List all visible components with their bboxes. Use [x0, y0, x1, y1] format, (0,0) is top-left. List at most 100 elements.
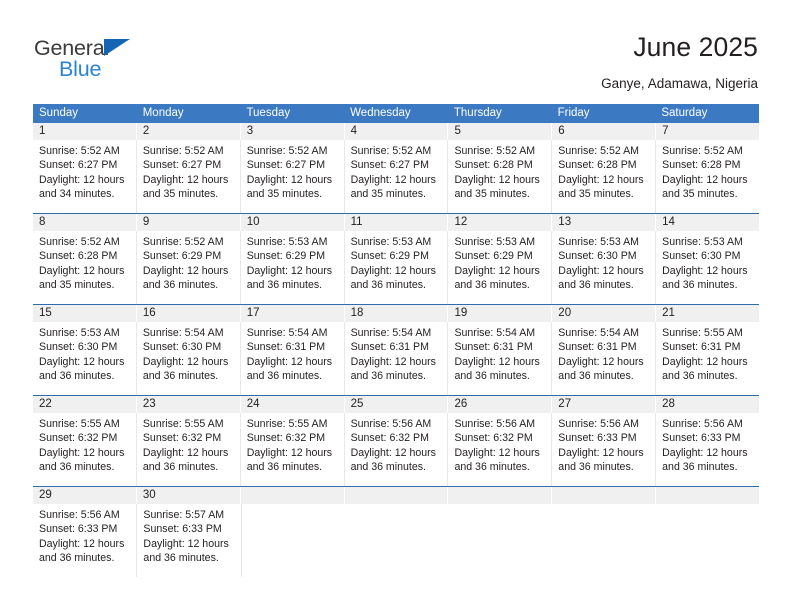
day-cell[interactable]: Sunrise: 5:53 AM Sunset: 6:29 PM Daylight:…: [345, 231, 449, 304]
day-number-empty: [241, 487, 345, 504]
week-daynumber-band: 15 16 17 18 19 20 21: [33, 305, 759, 322]
sunset-text: Sunset: 6:33 PM: [558, 432, 637, 445]
day-number[interactable]: 11: [345, 214, 449, 231]
daylight-text-line1: Daylight: 12 hours: [142, 446, 229, 459]
daylight-text-line2: and 36 minutes.: [39, 460, 115, 473]
day-number[interactable]: 14: [656, 214, 759, 231]
day-cell[interactable]: Sunrise: 5:52 AM Sunset: 6:27 PM Daylight:…: [33, 140, 137, 213]
day-number[interactable]: 29: [33, 487, 137, 504]
sunrise-text: Sunrise: 5:52 AM: [142, 236, 224, 248]
sunrise-text: Sunrise: 5:52 AM: [558, 145, 639, 157]
daylight-text-line2: and 35 minutes.: [246, 187, 323, 200]
sunrise-text: Sunrise: 5:54 AM: [246, 327, 328, 339]
day-number[interactable]: 7: [656, 123, 759, 140]
day-number[interactable]: 22: [33, 396, 137, 413]
day-cell[interactable]: Sunrise: 5:56 AM Sunset: 6:32 PM Daylight:…: [448, 413, 553, 486]
sunset-text: Sunset: 6:27 PM: [142, 159, 222, 172]
day-cell[interactable]: Sunrise: 5:53 AM Sunset: 6:30 PM Daylight:…: [33, 322, 137, 395]
day-cell[interactable]: Sunrise: 5:52 AM Sunset: 6:28 PM Daylight:…: [448, 140, 553, 213]
day-cell[interactable]: Sunrise: 5:54 AM Sunset: 6:31 PM Daylight:…: [241, 322, 345, 395]
day-number[interactable]: 30: [137, 487, 241, 504]
day-number[interactable]: 1: [33, 123, 137, 140]
daylight-text-line1: Daylight: 12 hours: [142, 355, 229, 368]
daylight-text-line1: Daylight: 12 hours: [662, 355, 748, 368]
day-cell[interactable]: Sunrise: 5:52 AM Sunset: 6:29 PM Daylight:…: [137, 231, 241, 304]
day-number[interactable]: 27: [552, 396, 657, 413]
day-cell[interactable]: Sunrise: 5:55 AM Sunset: 6:32 PM Daylight:…: [241, 413, 345, 486]
week-daynumber-band: 8 9 10 11 12 13 14: [33, 214, 759, 231]
week-detail-band: Sunrise: 5:55 AM Sunset: 6:32 PM Daylight:…: [33, 413, 759, 486]
sunset-text: Sunset: 6:31 PM: [662, 341, 741, 354]
day-cell[interactable]: Sunrise: 5:54 AM Sunset: 6:31 PM Daylight:…: [448, 322, 553, 395]
day-number[interactable]: 3: [241, 123, 345, 140]
day-cell[interactable]: Sunrise: 5:53 AM Sunset: 6:29 PM Daylight:…: [241, 231, 345, 304]
daylight-text-line2: and 36 minutes.: [558, 369, 634, 382]
day-number[interactable]: 23: [137, 396, 241, 413]
daylight-text-line2: and 36 minutes.: [454, 460, 530, 473]
sunset-text: Sunset: 6:30 PM: [558, 250, 637, 263]
generalblue-logo[interactable]: General Blue: [34, 36, 164, 84]
day-number[interactable]: 8: [33, 214, 137, 231]
day-cell[interactable]: Sunrise: 5:54 AM Sunset: 6:30 PM Daylight:…: [137, 322, 241, 395]
daylight-text-line1: Daylight: 12 hours: [350, 446, 436, 459]
day-cell[interactable]: Sunrise: 5:53 AM Sunset: 6:30 PM Daylight:…: [552, 231, 657, 304]
day-cell[interactable]: Sunrise: 5:54 AM Sunset: 6:31 PM Daylight:…: [552, 322, 657, 395]
day-number[interactable]: 24: [241, 396, 345, 413]
page-header: General Blue June 2025 Ganye, Adamawa, N…: [0, 0, 792, 100]
day-cell[interactable]: Sunrise: 5:55 AM Sunset: 6:31 PM Daylight:…: [656, 322, 759, 395]
day-number[interactable]: 18: [345, 305, 449, 322]
day-number[interactable]: 19: [448, 305, 553, 322]
day-number[interactable]: 17: [241, 305, 345, 322]
sunset-text: Sunset: 6:29 PM: [350, 250, 429, 263]
day-cell[interactable]: Sunrise: 5:52 AM Sunset: 6:27 PM Daylight:…: [241, 140, 345, 213]
daylight-text-line2: and 36 minutes.: [350, 460, 426, 473]
day-number[interactable]: 28: [656, 396, 759, 413]
day-cell[interactable]: Sunrise: 5:52 AM Sunset: 6:28 PM Daylight:…: [33, 231, 137, 304]
day-cell[interactable]: Sunrise: 5:52 AM Sunset: 6:28 PM Daylight:…: [552, 140, 657, 213]
page-subtitle: Ganye, Adamawa, Nigeria: [601, 76, 758, 91]
day-cell[interactable]: Sunrise: 5:53 AM Sunset: 6:30 PM Daylight:…: [656, 231, 759, 304]
day-number[interactable]: 15: [33, 305, 137, 322]
day-number[interactable]: 20: [552, 305, 657, 322]
daylight-text-line1: Daylight: 12 hours: [142, 173, 229, 186]
weekday-header-monday: Monday: [142, 107, 184, 119]
day-number[interactable]: 9: [137, 214, 241, 231]
day-cell[interactable]: Sunrise: 5:57 AM Sunset: 6:33 PM Daylight:…: [137, 504, 242, 577]
sunset-text: Sunset: 6:28 PM: [39, 250, 118, 263]
day-cell[interactable]: Sunrise: 5:56 AM Sunset: 6:32 PM Daylight:…: [345, 413, 449, 486]
day-number[interactable]: 10: [241, 214, 345, 231]
day-number[interactable]: 26: [448, 396, 553, 413]
day-number[interactable]: 16: [137, 305, 241, 322]
sunset-text: Sunset: 6:32 PM: [454, 432, 533, 445]
day-number[interactable]: 25: [345, 396, 449, 413]
sunset-text: Sunset: 6:30 PM: [662, 250, 741, 263]
week-daynumber-band: 22 23 24 25 26 27 28: [33, 396, 759, 413]
sunset-text: Sunset: 6:30 PM: [39, 341, 118, 354]
day-cell[interactable]: Sunrise: 5:56 AM Sunset: 6:33 PM Daylight:…: [552, 413, 657, 486]
day-number[interactable]: 4: [345, 123, 449, 140]
day-cell[interactable]: Sunrise: 5:52 AM Sunset: 6:28 PM Daylight:…: [656, 140, 759, 213]
day-number[interactable]: 2: [137, 123, 241, 140]
daylight-text-line2: and 35 minutes.: [662, 187, 738, 200]
daylight-text-line1: Daylight: 12 hours: [454, 355, 540, 368]
day-number[interactable]: 13: [552, 214, 657, 231]
day-cell[interactable]: Sunrise: 5:56 AM Sunset: 6:33 PM Daylight:…: [33, 504, 138, 577]
daylight-text-line1: Daylight: 12 hours: [39, 446, 125, 459]
day-cell[interactable]: Sunrise: 5:53 AM Sunset: 6:29 PM Daylight:…: [448, 231, 553, 304]
sunrise-text: Sunrise: 5:52 AM: [662, 145, 743, 157]
sunset-text: Sunset: 6:29 PM: [142, 250, 222, 263]
day-cell[interactable]: Sunrise: 5:52 AM Sunset: 6:27 PM Daylight:…: [345, 140, 449, 213]
weekday-header-thursday: Thursday: [453, 107, 502, 119]
triangle-icon: [104, 39, 130, 56]
day-cell[interactable]: Sunrise: 5:55 AM Sunset: 6:32 PM Daylight:…: [33, 413, 137, 486]
day-number[interactable]: 21: [656, 305, 759, 322]
day-number[interactable]: 5: [448, 123, 553, 140]
day-cell[interactable]: Sunrise: 5:52 AM Sunset: 6:27 PM Daylight:…: [137, 140, 241, 213]
day-number[interactable]: 12: [448, 214, 553, 231]
day-cell[interactable]: Sunrise: 5:55 AM Sunset: 6:32 PM Daylight:…: [137, 413, 241, 486]
sunrise-text: Sunrise: 5:55 AM: [39, 418, 120, 430]
day-cell[interactable]: Sunrise: 5:56 AM Sunset: 6:33 PM Daylight:…: [656, 413, 759, 486]
day-number[interactable]: 6: [552, 123, 657, 140]
daylight-text-line2: and 36 minutes.: [454, 369, 530, 382]
day-cell[interactable]: Sunrise: 5:54 AM Sunset: 6:31 PM Daylight:…: [345, 322, 449, 395]
